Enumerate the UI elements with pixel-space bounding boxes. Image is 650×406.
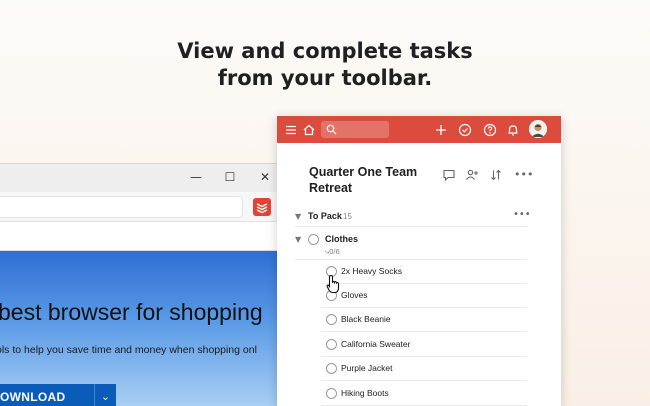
- avatar[interactable]: [529, 120, 547, 138]
- close-icon[interactable]: ✕: [257, 169, 273, 185]
- hand-cursor-icon: [326, 274, 340, 294]
- subtask-row[interactable]: Black Beanie: [321, 308, 527, 332]
- add-person-icon[interactable]: [465, 168, 479, 182]
- add-icon[interactable]: [433, 122, 449, 138]
- task-checkbox[interactable]: [326, 339, 337, 350]
- subtask-name: Black Beanie: [341, 314, 391, 324]
- subtask-row[interactable]: 2x Heavy Socks: [321, 260, 527, 284]
- section-header: ▼ To Pack 15 •••: [295, 209, 531, 227]
- download-label: OWNLOAD: [0, 390, 66, 404]
- home-icon[interactable]: [301, 122, 317, 138]
- headline-line-2: from your toolbar.: [217, 66, 433, 90]
- browser-toolbar: [0, 222, 290, 251]
- popup-toolbar: [277, 116, 561, 143]
- more-icon[interactable]: •••: [514, 168, 533, 182]
- task-checkbox[interactable]: [308, 234, 319, 245]
- help-icon[interactable]: [482, 122, 498, 138]
- section-count: 15: [343, 212, 352, 221]
- subtask-row[interactable]: California Sweater: [321, 333, 527, 357]
- sort-icon[interactable]: [489, 168, 503, 182]
- task-name: Clothes: [325, 234, 359, 244]
- subtask-name: Gloves: [341, 290, 368, 300]
- hero-title: best browser for shopping: [0, 299, 263, 325]
- search-icon: [326, 124, 337, 135]
- subtask-row[interactable]: Gloves: [321, 284, 527, 308]
- project-title: Quarter One Team Retreat: [309, 165, 418, 195]
- download-button[interactable]: OWNLOAD ⌄: [0, 384, 116, 406]
- hero-subtitle: ols to help you save time and money when…: [0, 344, 257, 356]
- subtask-name: Purple Jacket: [341, 363, 393, 373]
- more-icon[interactable]: •••: [513, 209, 531, 220]
- todoist-popup: Quarter One Team Retreat ••• ▼ To Pack 1…: [277, 116, 561, 406]
- hero-banner: best browser for shopping ols to help yo…: [0, 251, 290, 406]
- check-icon[interactable]: [457, 122, 473, 138]
- subtask-name: California Sweater: [341, 339, 411, 349]
- task-checkbox[interactable]: [326, 314, 337, 325]
- bell-icon[interactable]: [505, 122, 521, 138]
- chevron-down-icon[interactable]: ▼: [295, 212, 301, 221]
- chevron-down-icon[interactable]: ▼: [295, 235, 301, 244]
- minimize-icon[interactable]: —: [188, 169, 204, 185]
- browser-window: — ☐ ✕ best browser for shopping ols to h…: [0, 163, 290, 406]
- menu-icon[interactable]: [283, 122, 299, 138]
- browser-address-bar: [0, 192, 290, 222]
- subtask-row[interactable]: Purple Jacket: [321, 357, 527, 381]
- chevron-down-icon[interactable]: ⌄: [94, 384, 116, 406]
- subtask-count: ⤷0/6: [325, 247, 340, 256]
- address-field[interactable]: [0, 196, 243, 218]
- section-name: To Pack: [308, 211, 342, 221]
- comment-icon[interactable]: [442, 168, 456, 182]
- todoist-extension-icon[interactable]: [253, 198, 271, 216]
- subtask-row[interactable]: Hiking Boots: [321, 382, 527, 406]
- subtask-name: Hiking Boots: [341, 388, 389, 398]
- task-row[interactable]: ▼ Clothes ⤷0/6: [295, 231, 527, 260]
- task-checkbox[interactable]: [326, 388, 337, 399]
- maximize-icon[interactable]: ☐: [222, 169, 238, 185]
- task-checkbox[interactable]: [326, 363, 337, 374]
- headline-line-1: View and complete tasks: [177, 39, 473, 63]
- search-input[interactable]: [321, 121, 389, 138]
- headline: View and complete tasks from your toolba…: [0, 38, 650, 92]
- browser-titlebar: — ☐ ✕: [0, 164, 290, 192]
- subtask-name: 2x Heavy Socks: [341, 266, 402, 276]
